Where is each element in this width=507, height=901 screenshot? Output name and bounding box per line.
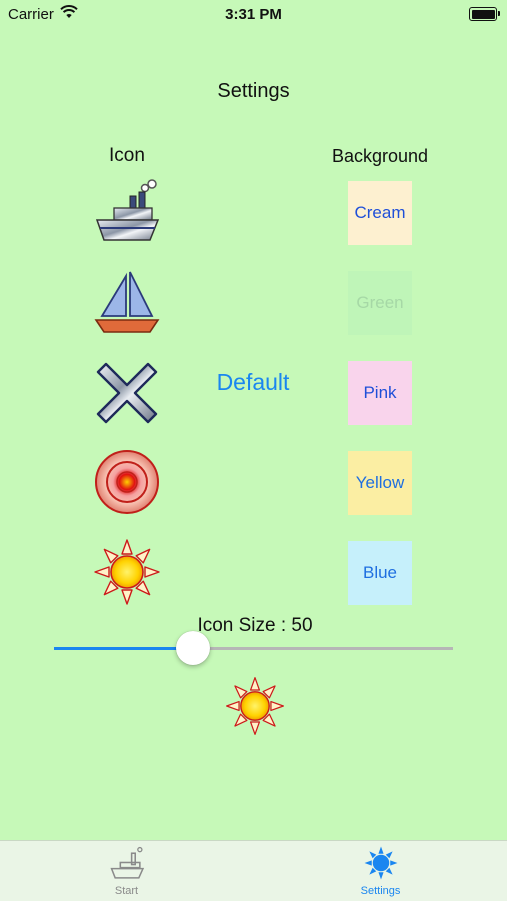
page-title: Settings <box>217 80 290 102</box>
swatch-label: Cream <box>354 203 406 222</box>
swatch-label: Yellow <box>355 473 405 492</box>
background-yellow-button[interactable]: Yellow <box>348 451 412 515</box>
tab-label: Start <box>114 885 139 897</box>
target-icon[interactable] <box>92 447 162 517</box>
sun-icon[interactable] <box>92 537 162 607</box>
ship-icon <box>109 845 145 881</box>
slider-track-filled[interactable] <box>54 647 194 650</box>
swatch-label: Pink <box>363 383 397 402</box>
background-blue-button[interactable]: Blue <box>348 541 412 605</box>
icon-column-header: Icon <box>109 145 145 166</box>
swatch-label: Blue <box>362 563 398 582</box>
tab-start[interactable]: Start <box>0 841 253 901</box>
preview-sun-icon <box>224 675 286 737</box>
tab-bar: Start Settings <box>0 840 507 901</box>
slider-track-remaining[interactable] <box>194 647 453 650</box>
x-icon[interactable] <box>92 358 162 428</box>
background-green-button[interactable]: Green <box>348 271 412 335</box>
battery-icon <box>469 7 500 21</box>
swatch-label: Green <box>356 293 404 312</box>
background-cream-button[interactable]: Cream <box>348 181 412 245</box>
background-pink-button[interactable]: Pink <box>348 361 412 425</box>
sailboat-icon[interactable] <box>92 268 162 338</box>
clock: 3:31 PM <box>225 6 282 23</box>
sun-icon <box>363 845 399 881</box>
status-bar: Carrier 3:31 PM <box>0 0 507 28</box>
background-column-header: Background <box>331 146 429 166</box>
ship-icon[interactable] <box>92 176 162 246</box>
icon-size-slider-thumb[interactable] <box>176 631 210 665</box>
tab-settings[interactable]: Settings <box>254 841 507 901</box>
tab-label: Settings <box>360 885 401 897</box>
default-button[interactable]: Default <box>200 369 306 396</box>
